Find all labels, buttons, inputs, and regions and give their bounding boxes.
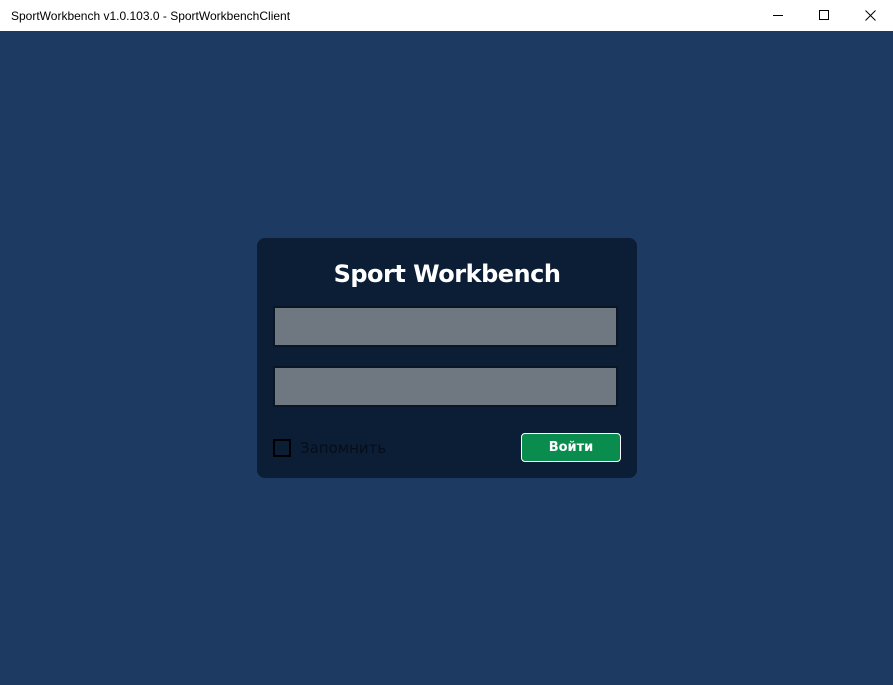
minimize-icon xyxy=(772,15,783,16)
close-button[interactable] xyxy=(847,0,893,31)
maximize-button[interactable] xyxy=(801,0,847,31)
main-content: Sport Workbench Запомнить Войти xyxy=(0,31,893,685)
remember-label: Запомнить xyxy=(300,439,387,457)
login-panel: Sport Workbench Запомнить Войти xyxy=(257,238,637,478)
maximize-icon xyxy=(818,10,829,20)
remember-me[interactable]: Запомнить xyxy=(273,437,386,459)
window-title: SportWorkbench v1.0.103.0 - SportWorkben… xyxy=(11,8,291,23)
window-controls xyxy=(755,0,893,31)
title-bar[interactable]: SportWorkbench v1.0.103.0 - SportWorkben… xyxy=(0,0,893,31)
close-icon xyxy=(864,10,876,21)
username-input[interactable] xyxy=(273,306,618,347)
login-button[interactable]: Войти xyxy=(521,433,621,462)
minimize-button[interactable] xyxy=(755,0,801,31)
password-input[interactable] xyxy=(273,366,618,407)
app-window: SportWorkbench v1.0.103.0 - SportWorkben… xyxy=(0,0,893,685)
app-title: Sport Workbench xyxy=(333,260,561,288)
remember-checkbox[interactable] xyxy=(273,439,291,457)
